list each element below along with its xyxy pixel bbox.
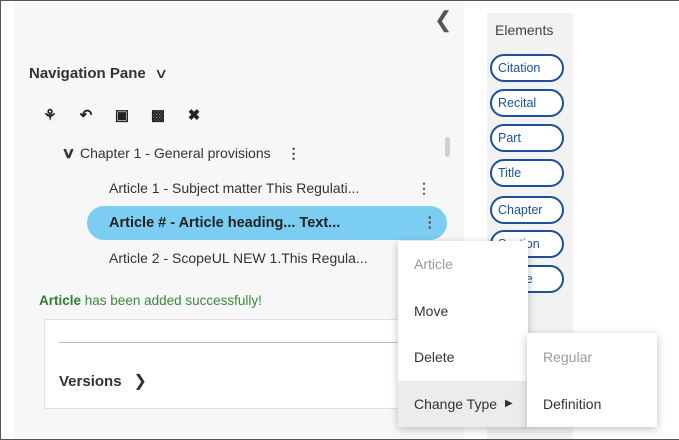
divider	[59, 342, 409, 343]
article-label: Article 1 - Subject matter This Regulati…	[109, 180, 360, 196]
tree-item-article[interactable]: Article 1 - Subject matter This Regulati…	[95, 171, 441, 205]
pane-title: Navigation Pane	[29, 65, 146, 82]
elements-title: Elements	[495, 22, 554, 38]
move-down-icon[interactable]: ▩	[149, 107, 167, 125]
menu-item-delete[interactable]: Delete	[398, 334, 528, 381]
submenu-item-regular: Regular	[543, 348, 593, 365]
article-label: Article 2 - ScopeUL NEW 1.This Regula...	[109, 250, 368, 266]
element-citation[interactable]: Citation	[490, 54, 564, 82]
submenu-item-definition[interactable]: Definition	[527, 380, 657, 427]
change-type-submenu: Regular Definition	[527, 333, 657, 427]
menu-item-change-type[interactable]: Change Type ▶	[398, 380, 528, 427]
success-message-element: Article	[39, 293, 82, 308]
menu-item-move[interactable]: Move	[398, 288, 528, 335]
undo-icon[interactable]: ↶	[77, 107, 95, 125]
chevron-right-icon: ❯	[133, 373, 147, 390]
move-up-icon[interactable]: ▣	[113, 107, 131, 125]
kebab-menu-icon[interactable]: ⋮	[287, 145, 301, 162]
chevron-down-icon: ∨	[153, 65, 169, 81]
kebab-menu-icon[interactable]: ⋮	[423, 215, 438, 231]
element-recital[interactable]: Recital	[490, 89, 564, 117]
element-chapter[interactable]: Chapter	[490, 196, 564, 224]
tree-item-article[interactable]: Article 2 - ScopeUL NEW 1.This Regula...	[95, 241, 441, 275]
tree-scrollbar[interactable]	[445, 137, 450, 157]
chevron-down-icon[interactable]: ∨	[61, 144, 75, 162]
toolbar: ⚘ ↶ ▣ ▩ ✖	[41, 107, 203, 125]
tree-item-chapter[interactable]: ∨ Chapter 1 - General provisions ⋮	[61, 144, 301, 163]
change-type-label: Change Type	[414, 395, 498, 412]
app-frame: ❮ Navigation Pane ∨ ⚘ ↶ ▣ ▩ ✖ ∨ Chapter …	[0, 0, 679, 440]
chevron-left-icon: ❮	[434, 7, 453, 32]
versions-label: Versions	[59, 372, 122, 390]
navigation-pane-header[interactable]: Navigation Pane ∨	[29, 65, 169, 82]
collapse-pane-button[interactable]: ❮	[434, 9, 452, 31]
element-part[interactable]: Part	[490, 124, 564, 152]
element-title[interactable]: Title	[490, 159, 564, 187]
success-message-text: has been added successfully!	[81, 293, 262, 308]
caret-right-icon: ▶	[505, 398, 513, 410]
versions-panel	[44, 319, 414, 409]
tree-item-article-selected[interactable]: Article # - Article heading... Text... ⋮	[87, 206, 447, 240]
hierarchy-icon[interactable]: ⚘	[41, 107, 59, 125]
close-icon[interactable]: ✖	[185, 107, 203, 125]
versions-header[interactable]: Versions ❯	[59, 371, 147, 391]
context-menu: Article Move Delete Change Type ▶	[398, 241, 528, 427]
success-message: Article has been added successfully!	[39, 293, 262, 308]
chapter-label: Chapter 1 - General provisions	[79, 145, 271, 161]
article-label: Article # - Article heading... Text...	[109, 215, 341, 231]
kebab-menu-icon[interactable]: ⋮	[417, 180, 431, 197]
menu-header-article: Article	[414, 256, 453, 273]
